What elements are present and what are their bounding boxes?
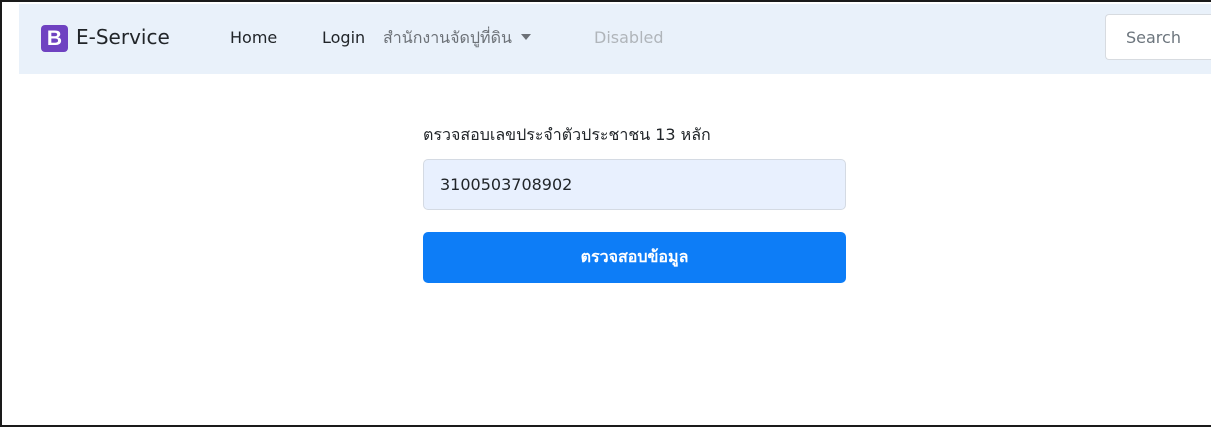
browser-viewport: B E-Service Home Login สำนักงานจัดปูที่ด… bbox=[0, 0, 1211, 427]
nav-dropdown-label: สำนักงานจัดปูที่ดิน bbox=[383, 28, 512, 47]
nav-link-login[interactable]: Login bbox=[322, 26, 365, 50]
citizen-id-label: ตรวจสอบเลขประจำตัวประชาชน 13 หลัก bbox=[423, 125, 711, 144]
brand-logo-icon[interactable]: B bbox=[41, 25, 68, 52]
check-data-button[interactable]: ตรวจสอบข้อมูล bbox=[423, 232, 846, 283]
navbar: B E-Service Home Login สำนักงานจัดปูที่ด… bbox=[19, 4, 1211, 74]
search-input[interactable] bbox=[1105, 14, 1211, 60]
nav-link-disabled: Disabled bbox=[594, 28, 664, 47]
nav-link-home[interactable]: Home bbox=[230, 26, 277, 50]
citizen-id-input[interactable] bbox=[423, 159, 846, 210]
brand-name-link[interactable]: E-Service bbox=[76, 23, 170, 51]
nav-dropdown-land-office[interactable]: สำนักงานจัดปูที่ดิน bbox=[383, 26, 531, 50]
caret-down-icon bbox=[520, 34, 531, 40]
